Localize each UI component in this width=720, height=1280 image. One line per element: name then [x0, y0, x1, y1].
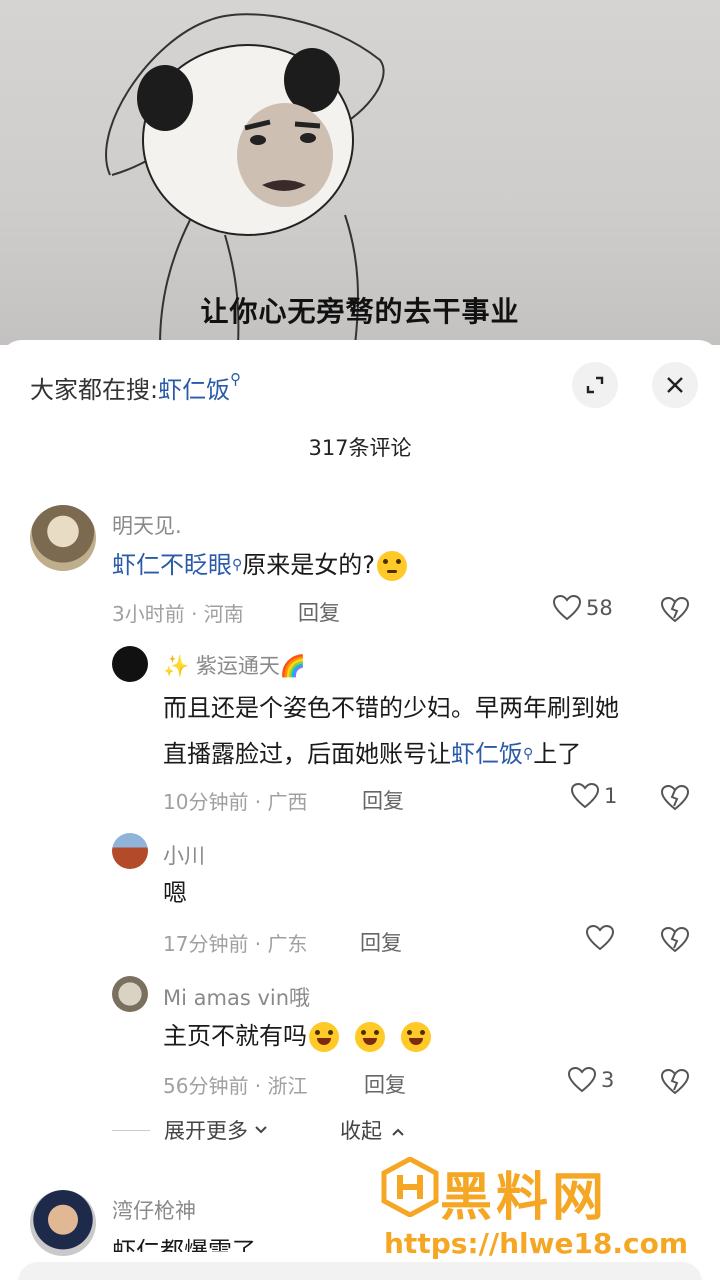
collapse-button[interactable]: 收起 — [340, 1115, 407, 1145]
search-keyword[interactable]: 虾仁饭 — [158, 376, 230, 404]
comment-count: 317条评论 — [308, 436, 412, 460]
search-prefix: 大家都在搜: — [30, 376, 159, 404]
thinking-emoji-icon — [377, 551, 408, 581]
reply-username[interactable]: 小川 — [163, 840, 205, 870]
comment-input-bar[interactable] — [18, 1262, 702, 1280]
comment-username[interactable]: 湾仔枪神 — [112, 1195, 196, 1225]
reply-meta: 10分钟前 · 广西 — [163, 790, 308, 814]
expand-more-label: 展开更多 — [164, 1119, 248, 1143]
avatar[interactable] — [112, 833, 148, 869]
like-button[interactable] — [585, 924, 615, 952]
laughing-emoji-icon — [309, 1022, 339, 1052]
search-icon: ⚲ — [523, 746, 534, 762]
reply-meta: 17分钟前 · 广东 — [163, 932, 308, 956]
avatar[interactable] — [30, 505, 96, 571]
video-player[interactable]: 让你心无旁骛的去干事业 — [0, 0, 720, 345]
dislike-icon[interactable] — [660, 1068, 690, 1096]
comment-text: 虾仁都爆雷了 — [112, 1237, 256, 1252]
video-subtitle: 让你心无旁骛的去干事业 — [200, 295, 520, 328]
heart-icon — [567, 1066, 597, 1093]
laughing-emoji-icon — [401, 1022, 431, 1052]
watermark-title: 黑料网 — [440, 1168, 609, 1228]
like-button[interactable]: 1 — [570, 782, 617, 810]
avatar[interactable] — [30, 1190, 96, 1256]
reply-text-line: 直播露脸过，后面她账号让虾仁饭⚲上了 — [163, 740, 582, 768]
heart-icon — [552, 594, 582, 621]
like-count: 3 — [601, 1068, 615, 1092]
like-button[interactable]: 58 — [552, 594, 613, 622]
avatar[interactable] — [112, 646, 148, 682]
reply-button[interactable]: 回复 — [362, 785, 404, 815]
expand-more-button[interactable]: 展开更多 — [112, 1115, 270, 1145]
search-icon: ⚲ — [230, 370, 242, 388]
divider — [112, 1129, 150, 1131]
expand-button[interactable] — [572, 362, 618, 408]
reply-button[interactable]: 回复 — [298, 597, 340, 627]
comment-text: 虾仁不眨眼⚲原来是女的? — [112, 542, 408, 588]
watermark-logo-icon — [381, 1157, 439, 1217]
heart-icon — [585, 924, 615, 951]
chevron-down-icon — [255, 1126, 267, 1134]
search-link[interactable]: 虾仁饭 — [451, 740, 523, 768]
search-icon: ⚲ — [232, 557, 243, 573]
chevron-up-icon — [391, 1128, 404, 1136]
reply-username[interactable]: Mi amas vin哦 — [163, 982, 310, 1012]
comment-sheet: 大家都在搜:虾仁饭⚲ 317条评论 明天见. 虾仁不眨眼⚲原来是女的? 3小时前… — [0, 340, 720, 1280]
close-icon — [667, 377, 683, 393]
reply-text: 主页不就有吗 — [163, 1013, 431, 1059]
reply-meta: 56分钟前 · 浙江 — [163, 1074, 308, 1098]
avatar[interactable] — [112, 976, 148, 1012]
like-count: 58 — [586, 596, 613, 620]
like-count: 1 — [604, 784, 618, 808]
laughing-emoji-icon — [355, 1022, 385, 1052]
reply-button[interactable]: 回复 — [360, 927, 402, 957]
close-button[interactable] — [652, 362, 698, 408]
reply-button[interactable]: 回复 — [364, 1069, 406, 1099]
like-button[interactable]: 3 — [567, 1066, 614, 1094]
dislike-icon[interactable] — [660, 784, 690, 812]
heart-icon — [570, 782, 600, 809]
comment-meta: 3小时前 · 河南 — [112, 602, 244, 626]
search-suggestion[interactable]: 大家都在搜:虾仁饭⚲ — [30, 370, 241, 405]
dislike-icon[interactable] — [660, 596, 690, 624]
dislike-icon[interactable] — [660, 926, 690, 954]
reply-username[interactable]: ✨ 紫运通天🌈 — [163, 650, 306, 680]
reply-text: 嗯 — [163, 879, 187, 907]
watermark-url: https://hlwe18.com — [384, 1227, 689, 1260]
search-link[interactable]: 虾仁不眨眼 — [112, 551, 232, 579]
comment-username[interactable]: 明天见. — [112, 510, 182, 540]
reply-text-line: 而且还是个姿色不错的少妇。早两年刷到她 — [163, 694, 619, 722]
expand-icon — [586, 376, 604, 394]
